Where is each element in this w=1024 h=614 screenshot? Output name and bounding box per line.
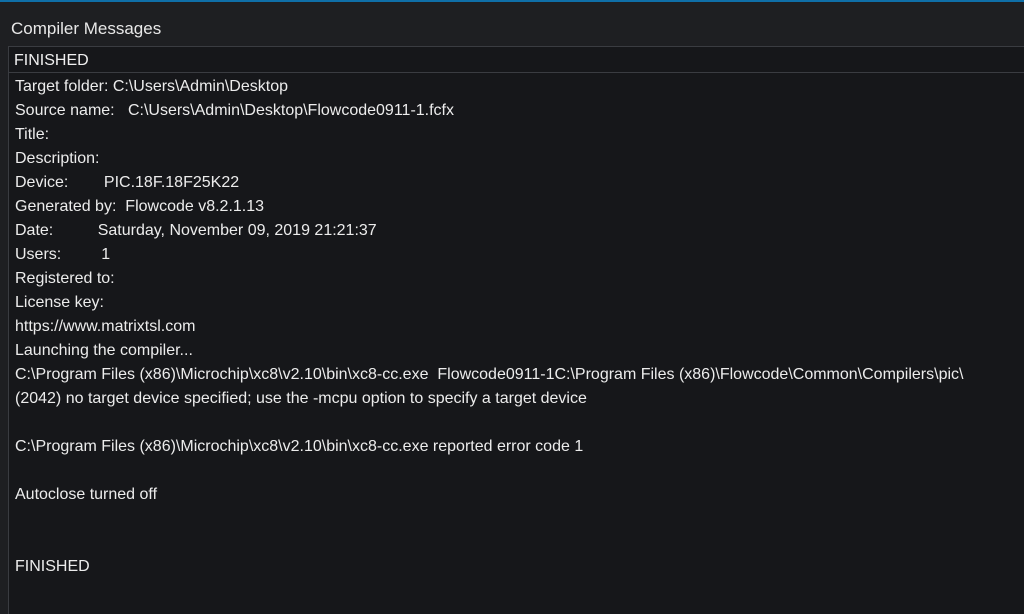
log-line: Date: Saturday, November 09, 2019 21:21:… — [15, 222, 377, 239]
log-line: Generated by: Flowcode v8.2.1.13 — [15, 198, 265, 215]
log-line: Launching the compiler... — [15, 342, 193, 359]
log-line: Device: PIC.18F.18F25K22 — [15, 174, 240, 191]
log-line: (2042) no target device specified; use t… — [15, 390, 587, 407]
log-line — [15, 531, 1015, 555]
log-line — [15, 459, 1015, 483]
compiler-messages-panel[interactable]: FINISHED Target folder: C:\Users\Admin\D… — [8, 46, 1024, 614]
log-line: Users: 1 — [15, 246, 111, 263]
window-top-accent — [0, 0, 1024, 2]
log-line — [15, 507, 1015, 531]
status-text: FINISHED — [14, 52, 89, 69]
log-line: Description: — [15, 150, 100, 167]
log-line: https://www.matrixtsl.com — [15, 318, 196, 335]
status-bar: FINISHED — [9, 47, 1024, 73]
log-line: Registered to: — [15, 270, 115, 287]
window-title: Compiler Messages — [11, 19, 162, 38]
message-log[interactable]: Target folder: C:\Users\Admin\Desktop So… — [15, 75, 1015, 579]
log-line: C:\Program Files (x86)\Microchip\xc8\v2.… — [15, 438, 584, 455]
log-line: Source name: C:\Users\Admin\Desktop\Flow… — [15, 102, 454, 119]
log-line: Title: — [15, 126, 50, 143]
log-line: Target folder: C:\Users\Admin\Desktop — [15, 78, 288, 95]
log-line: Autoclose turned off — [15, 486, 158, 503]
log-line: C:\Program Files (x86)\Microchip\xc8\v2.… — [15, 366, 964, 383]
log-line: FINISHED — [15, 558, 90, 575]
log-line — [15, 411, 1015, 435]
log-line: License key: — [15, 294, 104, 311]
